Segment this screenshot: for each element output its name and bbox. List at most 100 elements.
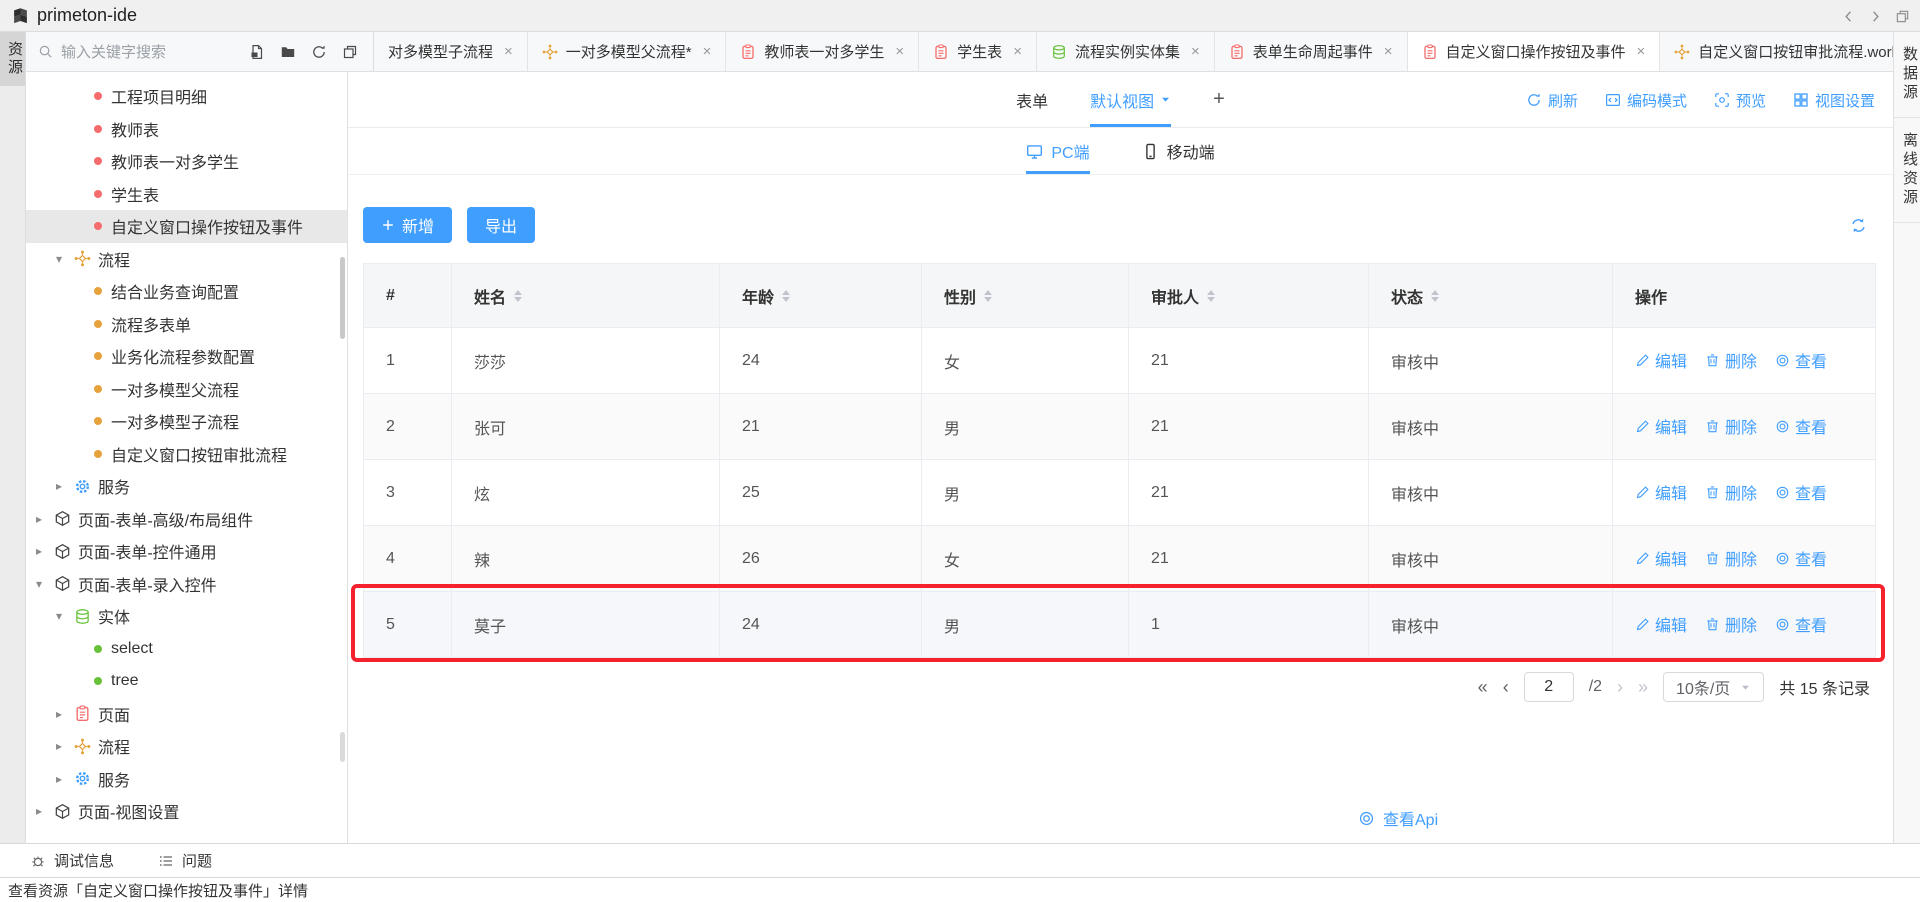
table-row[interactable]: 3炫25男21审核中编辑删除查看: [364, 460, 1876, 526]
sort-icon[interactable]: [984, 290, 992, 302]
tree-item[interactable]: ▸流程: [26, 730, 347, 763]
table-row[interactable]: 5莫子24男1审核中编辑删除查看: [364, 592, 1876, 658]
row-trash-link[interactable]: 删除: [1705, 546, 1757, 570]
expander-icon[interactable]: ▸: [36, 544, 54, 558]
grid-action-button[interactable]: 视图设置: [1793, 90, 1875, 111]
panel-tab-数据源[interactable]: 数据源: [1894, 32, 1920, 118]
table-row[interactable]: 2张可21男21审核中编辑删除查看: [364, 394, 1876, 460]
bottom-tab-调试信息[interactable]: 调试信息: [30, 850, 114, 871]
row-eye-link[interactable]: 查看: [1775, 546, 1827, 570]
column-header[interactable]: 年龄: [720, 264, 922, 328]
sort-icon[interactable]: [782, 290, 790, 302]
row-edit-link[interactable]: 编辑: [1635, 546, 1687, 570]
tab-close-icon[interactable]: ×: [1384, 43, 1393, 60]
table-refresh-icon[interactable]: [1850, 217, 1867, 235]
table-row[interactable]: 1莎莎24女21审核中编辑删除查看: [364, 328, 1876, 394]
tree-item[interactable]: 流程多表单: [26, 308, 347, 341]
expander-icon[interactable]: ▾: [36, 577, 54, 591]
restore-window-icon[interactable]: [1895, 9, 1910, 24]
tree-item[interactable]: ▸页面-表单-高级/布局组件: [26, 503, 347, 536]
expander-icon[interactable]: ▸: [56, 479, 74, 493]
tab-close-icon[interactable]: ×: [504, 43, 513, 60]
tree-item[interactable]: ▾流程: [26, 243, 347, 276]
tree-item[interactable]: 学生表: [26, 178, 347, 211]
panel-tab-resources[interactable]: 资源: [0, 32, 25, 86]
row-trash-link[interactable]: 删除: [1705, 480, 1757, 504]
sidebar-scrollbar[interactable]: [340, 257, 345, 339]
view-selector[interactable]: 默认视图: [1090, 72, 1171, 127]
tree-item[interactable]: ▸页面-视图设置: [26, 795, 347, 828]
tree-item[interactable]: 自定义窗口按钮审批流程: [26, 438, 347, 471]
row-edit-link[interactable]: 编辑: [1635, 414, 1687, 438]
editor-tab[interactable]: 对多模型子流程×: [374, 32, 528, 71]
row-eye-link[interactable]: 查看: [1775, 480, 1827, 504]
editor-tab[interactable]: 一对多模型父流程*×: [528, 32, 727, 71]
page-number-input[interactable]: 2: [1524, 672, 1574, 702]
search-input[interactable]: 输入关键字搜索: [26, 32, 234, 71]
preview-action-button[interactable]: 预览: [1714, 90, 1766, 111]
sidebar-scrollbar-2[interactable]: [340, 732, 345, 762]
refresh-action-button[interactable]: 刷新: [1526, 90, 1578, 111]
page-prev-button[interactable]: ‹: [1503, 677, 1509, 698]
row-edit-link[interactable]: 编辑: [1635, 480, 1687, 504]
editor-tab[interactable]: 自定义窗口操作按钮及事件×: [1408, 32, 1661, 71]
row-eye-link[interactable]: 查看: [1775, 348, 1827, 372]
editor-tab[interactable]: 学生表×: [919, 32, 1037, 71]
expander-icon[interactable]: ▸: [36, 804, 54, 818]
editor-tab[interactable]: 表单生命周起事件×: [1215, 32, 1408, 71]
device-tab-PC端[interactable]: PC端: [1026, 128, 1089, 174]
view-api-link[interactable]: 查看Api: [1358, 806, 1438, 830]
import-file-icon[interactable]: [249, 44, 265, 60]
row-eye-link[interactable]: 查看: [1775, 414, 1827, 438]
page-next-button[interactable]: ›: [1617, 677, 1623, 698]
export-button[interactable]: 导出: [467, 207, 535, 243]
column-header[interactable]: 审批人: [1129, 264, 1369, 328]
nav-forward-icon[interactable]: [1868, 9, 1883, 24]
sort-icon[interactable]: [1207, 290, 1215, 302]
column-header[interactable]: 性别: [922, 264, 1129, 328]
device-tab-移动端[interactable]: 移动端: [1142, 128, 1215, 174]
column-header[interactable]: 状态: [1369, 264, 1613, 328]
row-edit-link[interactable]: 编辑: [1635, 612, 1687, 636]
tree-item[interactable]: ▸服务: [26, 470, 347, 503]
column-header[interactable]: 姓名: [452, 264, 720, 328]
tree-item[interactable]: ▾页面-表单-录入控件: [26, 568, 347, 601]
row-trash-link[interactable]: 删除: [1705, 414, 1757, 438]
refresh-tree-icon[interactable]: [311, 44, 327, 60]
new-folder-icon[interactable]: [280, 44, 296, 60]
panel-tab-离线资源[interactable]: 离线资源: [1894, 118, 1920, 223]
add-button[interactable]: 新增: [363, 207, 452, 243]
tree-item[interactable]: ▸页面: [26, 698, 347, 731]
tree-item[interactable]: ▾实体: [26, 600, 347, 633]
tree-item[interactable]: 教师表一对多学生: [26, 145, 347, 178]
tree-item[interactable]: select: [26, 633, 347, 666]
tab-close-icon[interactable]: ×: [703, 43, 712, 60]
sort-icon[interactable]: [514, 290, 522, 302]
tree-item[interactable]: 自定义窗口操作按钮及事件: [26, 210, 347, 243]
row-edit-link[interactable]: 编辑: [1635, 348, 1687, 372]
tree-item[interactable]: 教师表: [26, 113, 347, 146]
editor-tab[interactable]: 教师表一对多学生×: [726, 32, 919, 71]
sort-icon[interactable]: [1431, 290, 1439, 302]
row-trash-link[interactable]: 删除: [1705, 612, 1757, 636]
collapse-panels-icon[interactable]: [342, 44, 358, 60]
expander-icon[interactable]: ▸: [36, 512, 54, 526]
tree-item[interactable]: tree: [26, 665, 347, 698]
tree-item[interactable]: 业务化流程参数配置: [26, 340, 347, 373]
tab-form[interactable]: 表单: [1016, 72, 1048, 127]
page-size-select[interactable]: 10条/页: [1663, 672, 1764, 702]
editor-tab[interactable]: 自定义窗口按钮审批流程.workflowx×: [1660, 32, 1893, 71]
editor-tab[interactable]: 流程实例实体集×: [1037, 32, 1215, 71]
expander-icon[interactable]: ▸: [56, 772, 74, 786]
tab-close-icon[interactable]: ×: [1013, 43, 1022, 60]
tab-close-icon[interactable]: ×: [895, 43, 904, 60]
code-action-button[interactable]: 编码模式: [1605, 90, 1687, 111]
expander-icon[interactable]: ▸: [56, 739, 74, 753]
tree-item[interactable]: ▸服务: [26, 763, 347, 796]
page-last-button[interactable]: »: [1638, 677, 1648, 698]
page-first-button[interactable]: «: [1478, 677, 1488, 698]
tree-item[interactable]: 一对多模型子流程: [26, 405, 347, 438]
tree-item[interactable]: 一对多模型父流程: [26, 373, 347, 406]
tree-item[interactable]: ▸页面-表单-控件通用: [26, 535, 347, 568]
tree-item[interactable]: 结合业务查询配置: [26, 275, 347, 308]
